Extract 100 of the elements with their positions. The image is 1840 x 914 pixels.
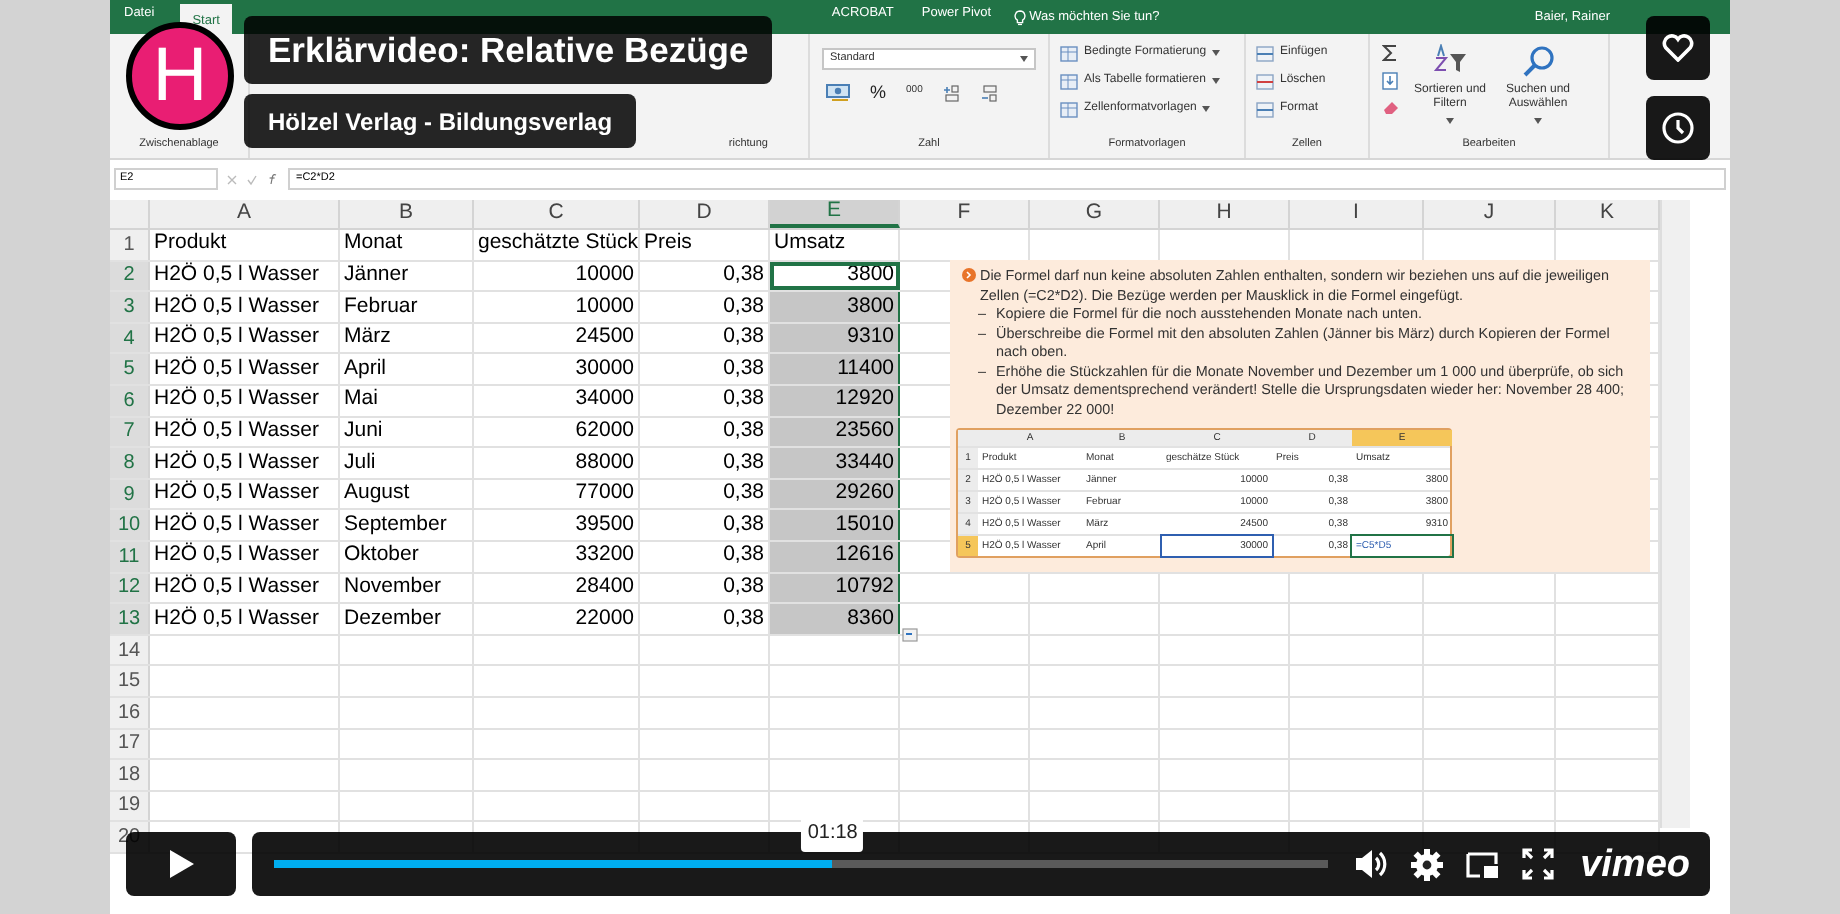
row-header[interactable]: 7 [110,417,150,447]
table-cell: Juli [340,448,474,478]
table-cell: 15010 [770,510,900,540]
row-header[interactable]: 2 [110,261,150,291]
sum-icon [1382,44,1398,62]
column-header[interactable]: H [1160,200,1290,228]
row-header[interactable]: 1 [110,230,150,260]
currency-icon [826,83,850,101]
column-header[interactable]: A [150,200,340,228]
table-cell: Jänner [340,261,474,291]
table-cell: H2Ö 0,5 l Wasser [150,604,340,634]
fill-down-icon [1382,72,1398,90]
column-header[interactable]: E [770,200,900,228]
vertical-scrollbar[interactable] [1660,200,1690,828]
table-cell: 33440 [770,448,900,478]
watch-later-button[interactable] [1646,96,1710,160]
row-header[interactable]: 14 [110,635,150,665]
table-cell: 10792 [770,573,900,603]
table-cell: 88000 [474,448,640,478]
video-title[interactable]: Erklärvideo: Relative Bezüge [244,16,773,84]
column-header[interactable]: F [900,200,1030,228]
table-cell: 23560 [770,417,900,447]
table-cell: 10000 [474,261,640,291]
column-header[interactable]: B [340,200,474,228]
time-tooltip: 01:18 [801,814,864,852]
like-button[interactable] [1646,16,1710,80]
table-cell: H2Ö 0,5 l Wasser [150,541,340,572]
row-header[interactable]: 5 [110,354,150,384]
column-header[interactable]: J [1424,200,1556,228]
caret-icon [1212,50,1221,56]
table-cell: Umsatz [770,230,900,260]
row-header[interactable]: 8 [110,448,150,478]
table-cell: 28400 [474,573,640,603]
table-cell: H2Ö 0,5 l Wasser [150,510,340,540]
table-cell: H2Ö 0,5 l Wasser [150,573,340,603]
picture-in-picture-icon [1466,849,1501,879]
row-header[interactable]: 9 [110,479,150,509]
table-cell: 29260 [770,479,900,509]
column-header[interactable]: I [1290,200,1424,228]
heart-icon [1662,34,1694,62]
cancel-icon [226,173,238,185]
table-cell: Juni [340,417,474,447]
table-cell: 9310 [770,323,900,353]
table-cell: 24500 [474,323,640,353]
table-cell: 3800 [770,292,900,322]
table-cell: 34000 [474,385,640,416]
decrease-decimal-icon [980,83,999,101]
settings-button[interactable] [1410,847,1445,881]
table-cell: Februar [340,292,474,322]
caret-icon [1211,78,1220,84]
row-header[interactable]: 12 [110,573,150,603]
column-header[interactable]: G [1030,200,1160,228]
row-header[interactable]: 13 [110,604,150,634]
clock-icon [1662,112,1694,144]
fullscreen-button[interactable] [1522,848,1555,880]
table-cell: März [340,323,474,353]
table-cell: November [340,573,474,603]
row-header[interactable]: 16 [110,697,150,727]
row-header[interactable]: 19 [110,791,150,821]
table-cell: Mai [340,385,474,416]
column-header[interactable]: C [474,200,640,228]
picture-in-picture-button[interactable] [1466,849,1501,879]
sort-filter-icon [1432,44,1468,78]
table-cell: 77000 [474,479,640,509]
row-header[interactable]: 3 [110,292,150,322]
vimeo-logo[interactable]: vimeo [1580,845,1690,883]
confirm-icon [246,173,258,185]
search-icon [1521,44,1555,78]
table-cell: April [340,354,474,384]
table-cell: 39500 [474,510,640,540]
table-cell: 33200 [474,541,640,572]
row-header[interactable]: 11 [110,541,150,572]
table-cell: Monat [340,230,474,260]
caret-icon [1020,56,1028,62]
volume-icon [1354,848,1389,880]
percent-button[interactable]: % [870,82,887,102]
table-cell: H2Ö 0,5 l Wasser [150,354,340,384]
table-cell: Oktober [340,541,474,572]
row-header[interactable]: 17 [110,729,150,759]
table-cell: 11400 [770,354,900,384]
fill-handle-icon [902,628,918,642]
row-header[interactable]: 4 [110,323,150,353]
channel-name[interactable]: Hölzel Verlag - Bildungsverlag [244,94,637,148]
row-header[interactable]: 18 [110,760,150,790]
table-cell: 8360 [770,604,900,634]
numbered-circle-icon [962,268,976,282]
row-header[interactable]: 10 [110,510,150,540]
eraser-icon [1382,100,1400,114]
table-cell: Dezember [340,604,474,634]
table-cell: 10000 [474,292,640,322]
table-format-icon [1060,73,1078,89]
caret-icon [1202,106,1211,112]
format-cells-icon [1256,101,1274,117]
insert-cells-icon [1256,45,1274,61]
caret-icon [1534,118,1542,124]
volume-button[interactable] [1354,848,1389,880]
caret-icon [1446,118,1454,124]
row-header[interactable]: 6 [110,385,150,416]
row-header[interactable]: 15 [110,666,150,696]
table-format-icon [1060,45,1078,61]
